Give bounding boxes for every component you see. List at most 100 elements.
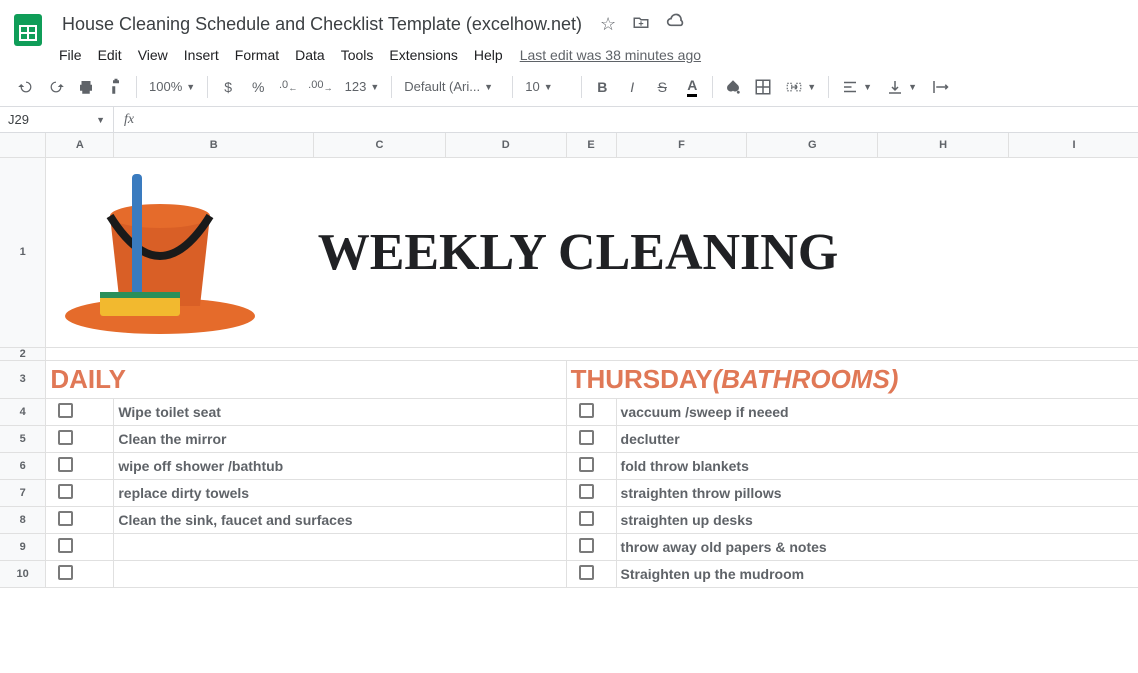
menu-tools[interactable]: Tools <box>334 43 381 67</box>
name-box[interactable]: J29 ▼ <box>0 107 114 132</box>
menu-extensions[interactable]: Extensions <box>382 43 464 67</box>
col-header-A[interactable]: A <box>46 133 114 157</box>
merge-cells-button[interactable]: ▼ <box>779 73 822 101</box>
redo-button[interactable] <box>42 73 70 101</box>
col-header-G[interactable]: G <box>747 133 878 157</box>
increase-decimal-button[interactable]: .00→ <box>304 73 336 101</box>
menu-insert[interactable]: Insert <box>177 43 226 67</box>
checkbox[interactable] <box>579 565 594 580</box>
cell-B6[interactable]: wipe off shower /bathtub <box>114 452 566 479</box>
last-edit-link[interactable]: Last edit was 38 minutes ago <box>512 43 709 67</box>
row-header-4[interactable]: 4 <box>0 398 46 425</box>
menu-edit[interactable]: Edit <box>91 43 129 67</box>
cell-A7[interactable] <box>46 479 114 506</box>
col-header-D[interactable]: D <box>445 133 566 157</box>
col-header-H[interactable]: H <box>878 133 1009 157</box>
spreadsheet-grid[interactable]: A B C D E F G H I 1 WEEKLY CLEANING 2 <box>0 133 1138 588</box>
cell-B4[interactable]: Wipe toilet seat <box>114 398 566 425</box>
cell-E6[interactable] <box>566 452 616 479</box>
cell-E3[interactable]: THURSDAY(BATHROOMS) <box>566 360 1138 398</box>
checkbox[interactable] <box>58 457 73 472</box>
checkbox[interactable] <box>58 565 73 580</box>
paint-format-button[interactable] <box>102 73 130 101</box>
print-button[interactable] <box>72 73 100 101</box>
cell-A6[interactable] <box>46 452 114 479</box>
cell-A2[interactable] <box>46 347 1138 360</box>
col-header-C[interactable]: C <box>314 133 446 157</box>
cell-A4[interactable] <box>46 398 114 425</box>
formula-input[interactable] <box>144 107 1138 132</box>
checkbox[interactable] <box>579 403 594 418</box>
fill-color-button[interactable] <box>719 73 747 101</box>
cell-F4[interactable]: vaccuum /sweep if neeed <box>616 398 1138 425</box>
row-header-7[interactable]: 7 <box>0 479 46 506</box>
font-size-dropdown[interactable]: 10▼ <box>519 73 575 101</box>
horizontal-align-button[interactable]: ▼ <box>835 73 878 101</box>
cell-A5[interactable] <box>46 425 114 452</box>
cell-A1[interactable] <box>46 157 314 347</box>
checkbox[interactable] <box>58 511 73 526</box>
cloud-status-icon[interactable] <box>662 8 690 41</box>
checkbox[interactable] <box>579 538 594 553</box>
row-header-3[interactable]: 3 <box>0 360 46 398</box>
cell-F10[interactable]: Straighten up the mudroom <box>616 560 1138 587</box>
row-header-9[interactable]: 9 <box>0 533 46 560</box>
undo-button[interactable] <box>12 73 40 101</box>
checkbox[interactable] <box>579 484 594 499</box>
move-icon[interactable] <box>628 9 654 40</box>
menu-data[interactable]: Data <box>288 43 332 67</box>
cell-B5[interactable]: Clean the mirror <box>114 425 566 452</box>
col-header-I[interactable]: I <box>1009 133 1138 157</box>
decrease-decimal-button[interactable]: .0← <box>274 73 302 101</box>
col-header-B[interactable]: B <box>114 133 314 157</box>
cell-B9[interactable] <box>114 533 566 560</box>
cell-A9[interactable] <box>46 533 114 560</box>
vertical-align-button[interactable]: ▼ <box>880 73 923 101</box>
cell-F6[interactable]: fold throw blankets <box>616 452 1138 479</box>
bold-button[interactable]: B <box>588 73 616 101</box>
currency-button[interactable]: $ <box>214 73 242 101</box>
row-header-10[interactable]: 10 <box>0 560 46 587</box>
cell-F5[interactable]: declutter <box>616 425 1138 452</box>
checkbox[interactable] <box>579 457 594 472</box>
cell-E5[interactable] <box>566 425 616 452</box>
cell-E10[interactable] <box>566 560 616 587</box>
col-header-E[interactable]: E <box>566 133 616 157</box>
cell-A10[interactable] <box>46 560 114 587</box>
checkbox[interactable] <box>58 484 73 499</box>
cell-F9[interactable]: throw away old papers & notes <box>616 533 1138 560</box>
cell-A8[interactable] <box>46 506 114 533</box>
select-all-corner[interactable] <box>0 133 46 157</box>
checkbox[interactable] <box>58 403 73 418</box>
zoom-dropdown[interactable]: 100%▼ <box>143 73 201 101</box>
menu-file[interactable]: File <box>52 43 89 67</box>
cell-E8[interactable] <box>566 506 616 533</box>
borders-button[interactable] <box>749 73 777 101</box>
font-dropdown[interactable]: Default (Ari...▼ <box>398 73 506 101</box>
star-icon[interactable]: ☆ <box>596 10 620 39</box>
row-header-5[interactable]: 5 <box>0 425 46 452</box>
italic-button[interactable]: I <box>618 73 646 101</box>
row-header-6[interactable]: 6 <box>0 452 46 479</box>
document-title[interactable]: House Cleaning Schedule and Checklist Te… <box>56 12 588 37</box>
strikethrough-button[interactable]: S <box>648 73 676 101</box>
cell-C1[interactable]: WEEKLY CLEANING <box>314 157 1138 347</box>
cell-F8[interactable]: straighten up desks <box>616 506 1138 533</box>
cell-B8[interactable]: Clean the sink, faucet and surfaces <box>114 506 566 533</box>
cell-F7[interactable]: straighten throw pillows <box>616 479 1138 506</box>
checkbox[interactable] <box>58 538 73 553</box>
percent-button[interactable]: % <box>244 73 272 101</box>
cell-E7[interactable] <box>566 479 616 506</box>
menu-format[interactable]: Format <box>228 43 286 67</box>
checkbox[interactable] <box>579 511 594 526</box>
text-wrap-button[interactable] <box>925 73 955 101</box>
cell-B7[interactable]: replace dirty towels <box>114 479 566 506</box>
cell-A3[interactable]: DAILY <box>46 360 566 398</box>
col-header-F[interactable]: F <box>616 133 747 157</box>
sheets-logo[interactable] <box>8 10 48 50</box>
cell-E9[interactable] <box>566 533 616 560</box>
row-header-8[interactable]: 8 <box>0 506 46 533</box>
checkbox[interactable] <box>58 430 73 445</box>
text-color-button[interactable]: A <box>678 73 706 101</box>
row-header-2[interactable]: 2 <box>0 347 46 360</box>
